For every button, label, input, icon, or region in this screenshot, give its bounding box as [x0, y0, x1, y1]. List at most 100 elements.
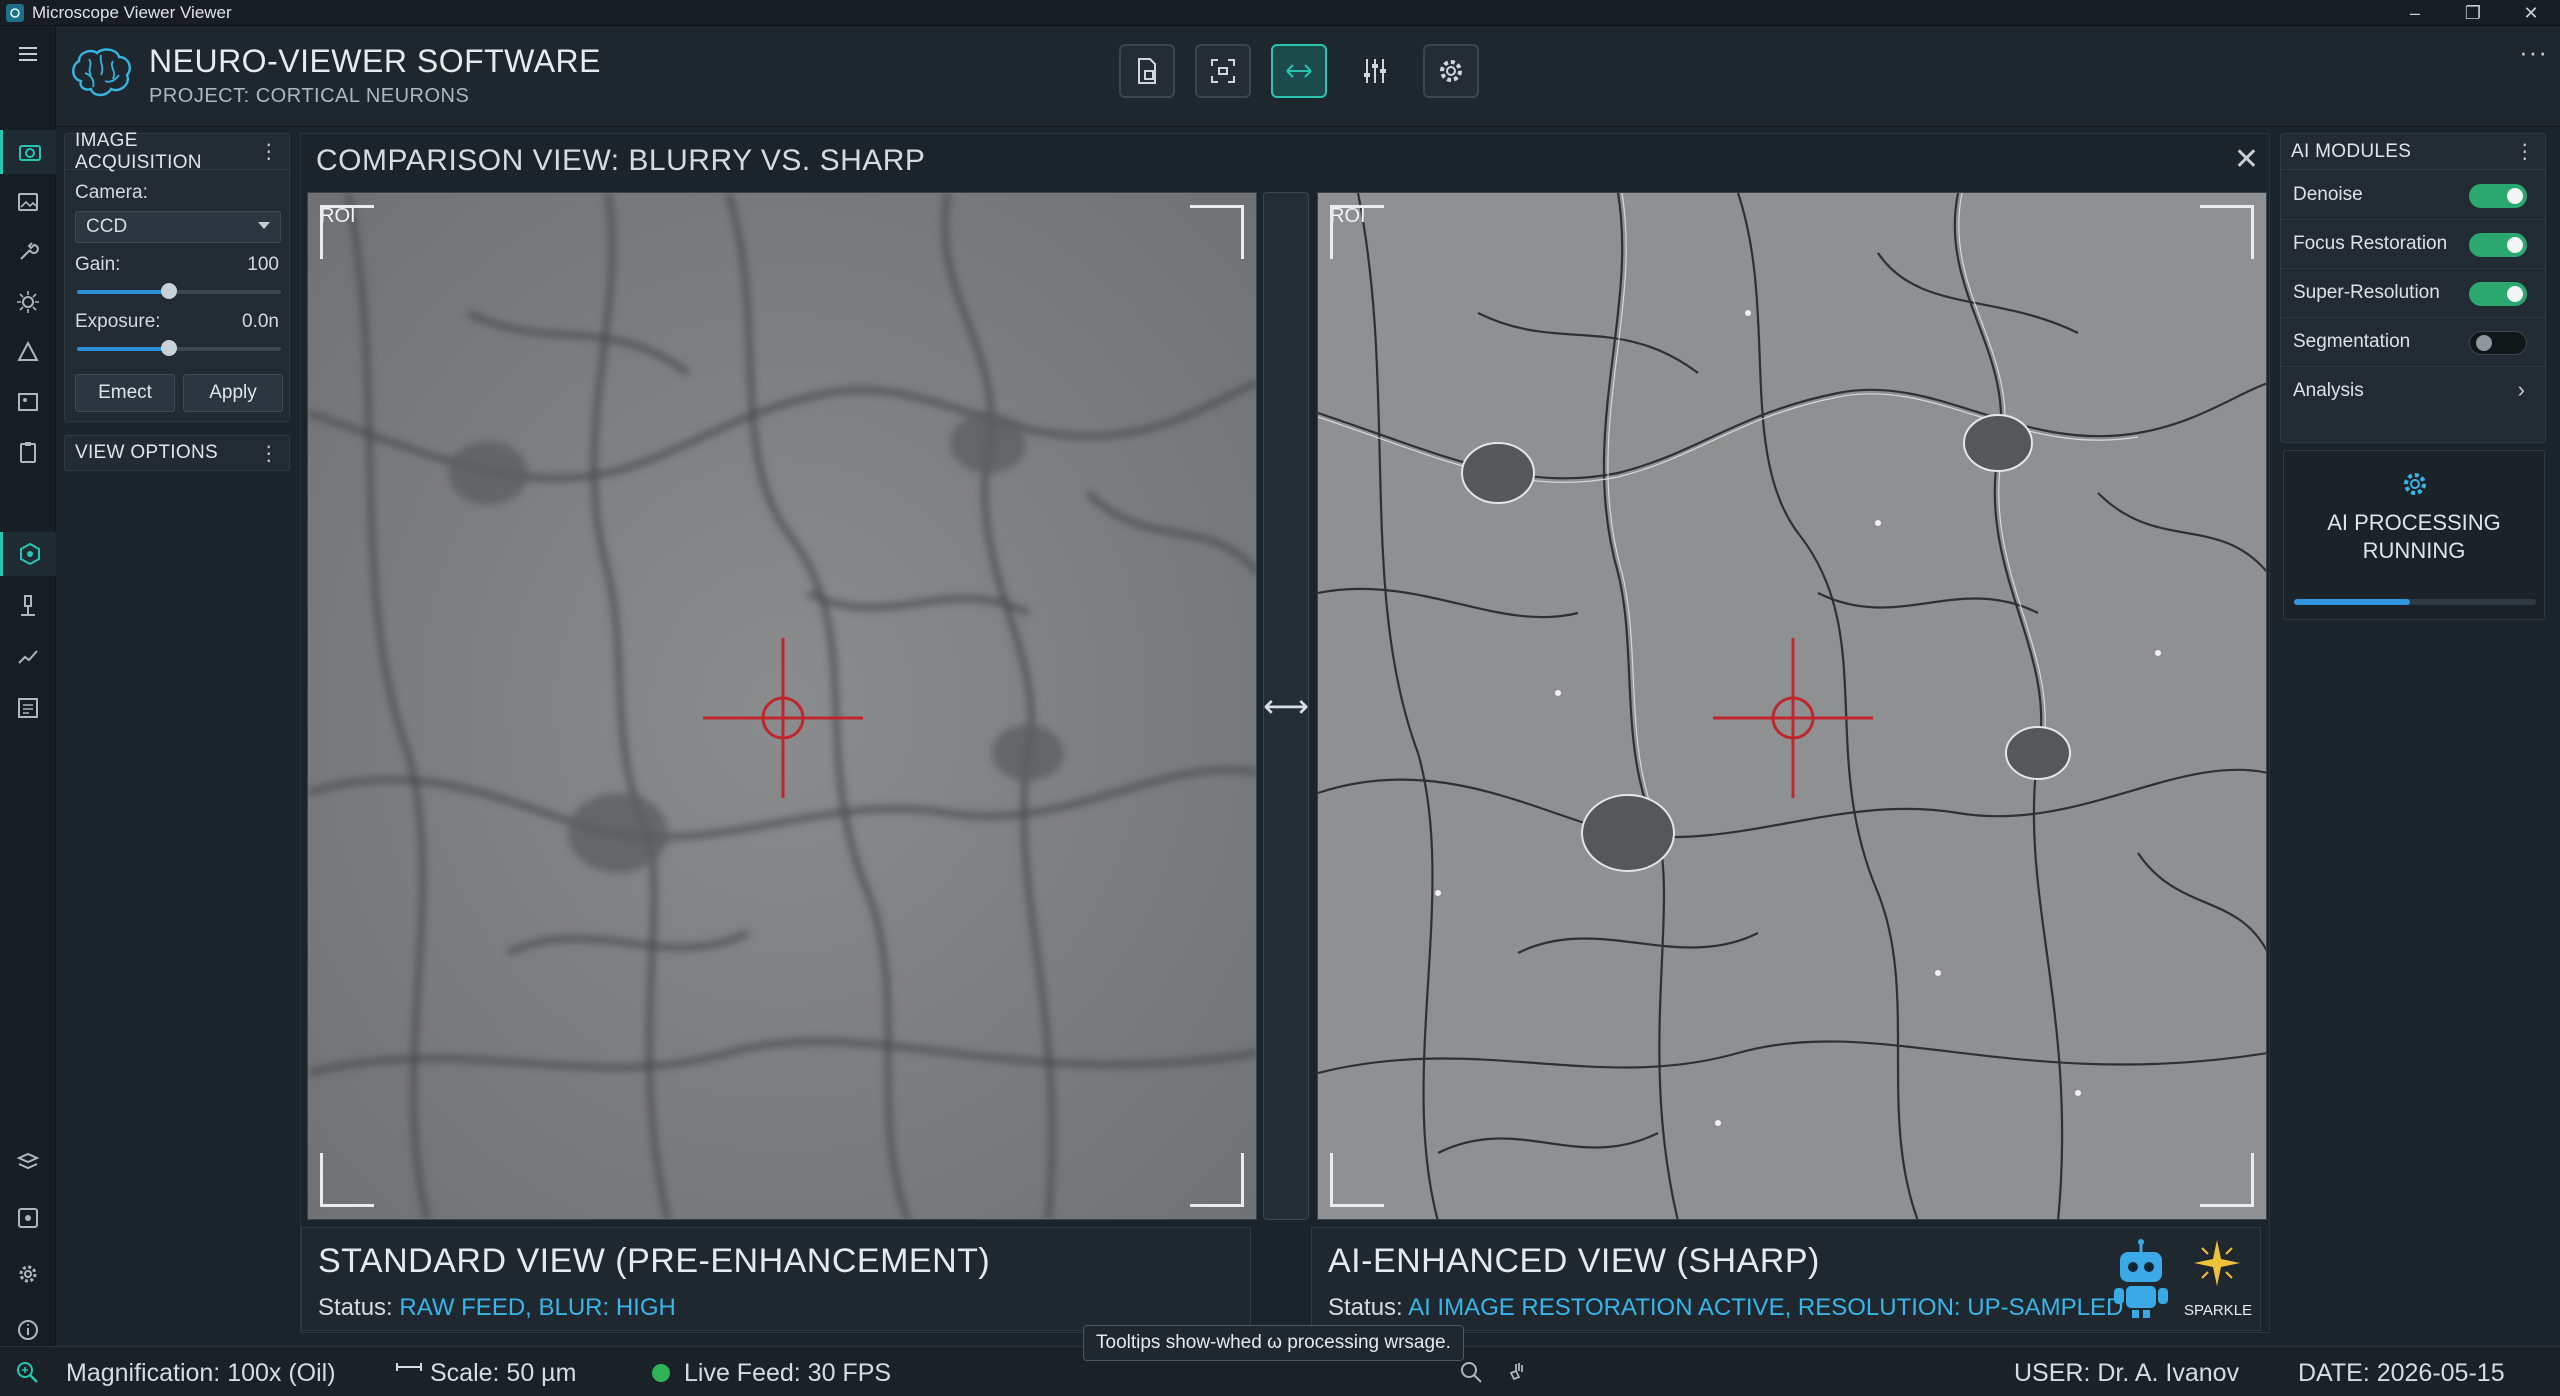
segmentation-toggle[interactable] — [2469, 331, 2527, 355]
title-bar: Microscope Viewer Viewer – ❐ ✕ — [0, 0, 2560, 26]
robot-icon — [2114, 1239, 2168, 1318]
apply-button[interactable]: Apply — [183, 374, 283, 412]
status-value: RAW FEED, BLUR: HIGH — [399, 1294, 676, 1321]
focus-restoration-toggle[interactable] — [2469, 233, 2527, 257]
view-options-panel[interactable]: VIEW OPTIONS ⋮ — [64, 435, 290, 471]
screenshot-icon[interactable] — [0, 1196, 56, 1240]
settings-icon[interactable] — [0, 1252, 56, 1296]
restore-button[interactable]: ❐ — [2444, 0, 2502, 26]
camera-select-value: CCD — [86, 216, 128, 237]
exposure-slider[interactable] — [77, 340, 281, 356]
gain-slider-knob[interactable] — [160, 283, 177, 299]
report-icon[interactable] — [0, 686, 56, 730]
pointer-icon[interactable] — [1506, 1359, 1532, 1385]
eject-button[interactable]: Emect — [75, 374, 175, 412]
ai-processing-status: AI PROCESSING RUNNING — [2284, 509, 2544, 565]
roi-corner-bottom-right — [2200, 1153, 2254, 1207]
picture-icon[interactable] — [0, 380, 56, 424]
gear-icon — [1440, 60, 1462, 82]
scale-bar-icon — [396, 1363, 422, 1371]
gear-icon — [2404, 473, 2426, 495]
exposure-slider-knob[interactable] — [160, 340, 177, 356]
denoise-toggle[interactable] — [2469, 184, 2527, 208]
gain-slider[interactable] — [77, 283, 281, 299]
date-readout: DATE: 2026-05-15 — [2298, 1359, 2505, 1387]
settings-tool-button[interactable] — [1423, 44, 1479, 98]
standard-view-caption: STANDARD VIEW (PRE-ENHANCEMENT) Status: … — [301, 1227, 1251, 1331]
exposure-value: 0.0n — [242, 311, 279, 332]
brightness-icon[interactable] — [0, 280, 56, 324]
kebab-menu-icon[interactable]: ⋮ — [2515, 139, 2535, 164]
super-resolution-toggle[interactable] — [2469, 282, 2527, 306]
window-title: Microscope Viewer Viewer — [32, 2, 232, 22]
microscope-icon[interactable] — [0, 584, 56, 628]
kebab-menu-icon[interactable]: ⋮ — [259, 139, 279, 164]
panel-title: IMAGE ACQUISITION — [75, 129, 202, 173]
hexagon-icon[interactable] — [0, 532, 56, 576]
zoom-icon[interactable] — [14, 1359, 40, 1385]
close-window-button[interactable]: ✕ — [2502, 0, 2560, 26]
ai-modules-panel: AI MODULES ⋮ Denoise Focus Restoration S… — [2280, 133, 2546, 443]
document-tool-button[interactable] — [1119, 44, 1175, 98]
module-label: Denoise — [2293, 184, 2363, 205]
standard-view-title: STANDARD VIEW (PRE-ENHANCEMENT) — [318, 1242, 991, 1280]
image-acquisition-panel: IMAGE ACQUISITION ⋮ Camera: CCD Gain: 10… — [64, 129, 290, 422]
scale-readout: Scale: 50 µm — [430, 1359, 577, 1387]
status-prefix: Status: — [1328, 1294, 1409, 1321]
capture-tool-button[interactable] — [1195, 44, 1251, 98]
camera-select[interactable]: CCD — [75, 211, 281, 243]
ai-module-segmentation: Segmentation — [2281, 318, 2545, 367]
search-icon[interactable] — [1458, 1359, 1484, 1385]
analysis-row[interactable]: Analysis › — [2281, 367, 2545, 416]
standard-view-image[interactable]: ROI — [307, 192, 1257, 1220]
ai-view-title: AI-ENHANCED VIEW (SHARP) — [1328, 1242, 1820, 1280]
ai-module-super-resolution: Super-Resolution — [2281, 269, 2545, 318]
crosshair-icon — [1713, 638, 1873, 798]
layers-icon[interactable] — [0, 1140, 56, 1184]
gain-value: 100 — [247, 254, 279, 275]
chart-icon[interactable] — [0, 634, 56, 678]
ai-module-focus-restoration: Focus Restoration — [2281, 220, 2545, 269]
panel-title: VIEW OPTIONS — [75, 442, 218, 463]
ai-processing-line1: AI PROCESSING — [2327, 510, 2501, 535]
sliders-icon — [1364, 59, 1386, 83]
camera-icon[interactable] — [0, 130, 56, 174]
split-divider-handle[interactable]: ⟷ — [1263, 192, 1309, 1220]
brain-logo-icon — [72, 48, 131, 97]
adjust-tool-button[interactable] — [1347, 44, 1403, 98]
tooltip: Tooltips show-whed ω processing wrsage. — [1083, 1325, 1464, 1361]
minimize-button[interactable]: – — [2386, 0, 2444, 26]
app-icon — [6, 3, 24, 22]
clipboard-icon[interactable] — [0, 430, 56, 474]
kebab-menu-icon[interactable]: ⋮ — [259, 441, 279, 466]
wrench-icon[interactable] — [0, 230, 56, 274]
roi-corner-bottom-right — [1190, 1153, 1244, 1207]
compare-arrows-icon — [1286, 64, 1312, 78]
ai-view-status: Status: AI IMAGE RESTORATION ACTIVE, RES… — [1328, 1294, 2123, 1322]
menu-icon[interactable] — [0, 32, 56, 76]
ai-view-caption: AI-ENHANCED VIEW (SHARP) Status: AI IMAG… — [1311, 1227, 2261, 1331]
ai-module-denoise: Denoise — [2281, 171, 2545, 220]
close-comparison-icon[interactable]: ✕ — [2234, 142, 2259, 177]
comparison-panel: COMPARISON VIEW: BLURRY VS. SHARP ✕ ROI … — [300, 133, 2270, 1333]
module-label: Segmentation — [2293, 331, 2411, 352]
live-indicator-icon — [652, 1364, 670, 1382]
module-label: Focus Restoration — [2293, 233, 2448, 254]
more-options-icon[interactable]: ··· — [2519, 37, 2548, 68]
roi-corner-top-right — [1190, 205, 1244, 259]
app-header: NEURO-VIEWER SOFTWARE PROJECT: CORTICAL … — [57, 27, 2560, 127]
capture-frame-icon — [1211, 59, 1235, 83]
triangle-icon[interactable] — [0, 330, 56, 374]
ai-enhanced-view-image[interactable]: ROI — [1317, 192, 2267, 1220]
roi-corner-top-left — [320, 205, 374, 259]
comparison-title: COMPARISON VIEW: BLURRY VS. SHARP — [316, 144, 926, 177]
left-rail — [0, 26, 56, 1396]
compare-tool-button[interactable] — [1271, 44, 1327, 98]
status-value: AI IMAGE RESTORATION ACTIVE, RESOLUTION:… — [1408, 1294, 2124, 1321]
chevron-down-icon — [258, 222, 270, 229]
image-icon[interactable] — [0, 180, 56, 224]
user-readout: USER: Dr. A. Ivanov — [2014, 1359, 2240, 1387]
panel-title: AI MODULES — [2291, 140, 2412, 162]
project-name: PROJECT: CORTICAL NEURONS — [149, 85, 470, 107]
ai-progress-fill — [2294, 599, 2411, 605]
